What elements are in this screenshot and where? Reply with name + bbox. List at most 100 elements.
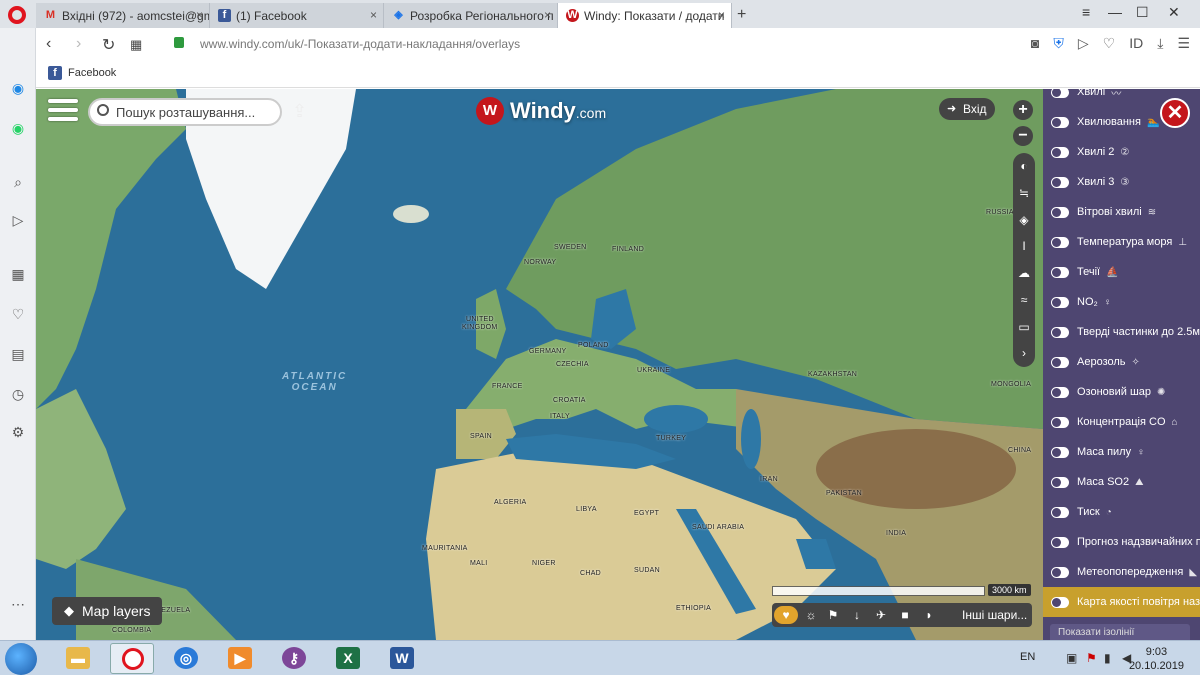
wind-icon[interactable]: ≒ (1013, 180, 1035, 207)
tab-windy[interactable]: W Windy: Показати / додати × (558, 3, 732, 28)
network-icon[interactable]: ▣ (1066, 651, 1077, 665)
close-icon[interactable]: × (196, 8, 203, 22)
radar-icon[interactable]: ◗ (920, 606, 938, 624)
overlay-item[interactable]: Прогноз надзвичайних п (1043, 527, 1200, 557)
taskbar-explorer[interactable]: ▬ (56, 643, 100, 674)
settings-icon[interactable]: ⚙ (8, 422, 28, 442)
reload-icon[interactable]: ↻ (102, 35, 115, 55)
more-icon[interactable]: ⋯ (8, 594, 28, 614)
flag-icon[interactable]: ⚑ (1086, 651, 1097, 665)
id-icon[interactable]: ID (1129, 35, 1143, 52)
back-icon[interactable]: ‹ (46, 35, 51, 53)
chevron-right-icon[interactable]: › (1013, 340, 1035, 367)
taskbar-word[interactable]: W (380, 643, 424, 674)
flag-icon[interactable]: ⚑ (824, 606, 842, 624)
toggle-switch[interactable] (1051, 386, 1069, 398)
camera-icon[interactable]: ◙ (1031, 35, 1039, 52)
language-indicator[interactable]: EN (1020, 651, 1035, 663)
video-camera-icon[interactable]: ■ (896, 606, 914, 624)
overlay-item[interactable]: Температура моря ⊥ (1043, 227, 1200, 257)
clock[interactable]: 9:03 20.10.2019 (1129, 645, 1184, 673)
windy-logo[interactable]: W Windy.com (476, 97, 606, 125)
car-icon[interactable]: ▭ (1013, 314, 1035, 341)
taskbar-excel[interactable]: X (326, 643, 370, 674)
speed-dial-icon[interactable]: ▦ (8, 264, 28, 284)
arrow-down-icon[interactable]: ↓ (848, 606, 866, 624)
toggle-switch[interactable] (1051, 296, 1069, 308)
thermometer-icon[interactable]: Ι (1013, 233, 1035, 260)
toggle-switch[interactable] (1051, 89, 1069, 98)
toggle-switch[interactable] (1051, 476, 1069, 488)
favorite-heart-icon[interactable]: ♥ (774, 606, 798, 624)
cloud-icon[interactable]: ☁ (1013, 260, 1035, 287)
close-panel-icon[interactable]: ✕ (1160, 98, 1190, 128)
overlay-item[interactable]: Маса SO2 ⛰ (1043, 467, 1200, 497)
toggle-switch[interactable] (1051, 176, 1069, 188)
search-icon[interactable]: ⌕ (8, 172, 28, 192)
toggle-switch[interactable] (1051, 536, 1069, 548)
toggle-switch[interactable] (1051, 146, 1069, 158)
vpn-shield-icon[interactable]: ⛨ (1053, 35, 1064, 52)
toggle-switch[interactable] (1051, 596, 1069, 608)
toggle-switch[interactable] (1051, 326, 1069, 338)
toggle-switch[interactable] (1051, 506, 1069, 518)
tab-regional[interactable]: ◈ Розробка Регіонального п × (384, 3, 558, 28)
heart-icon[interactable]: ♡ (1103, 35, 1116, 52)
signal-icon[interactable]: ▮ (1104, 651, 1111, 665)
overlay-item[interactable]: Хвилі 3 ③ (1043, 167, 1200, 197)
overlay-item[interactable]: Метеопопередження ◣ (1043, 557, 1200, 587)
overlay-item[interactable]: Аерозоль ✧ (1043, 347, 1200, 377)
overlay-item[interactable]: Концентрація CO ⌂ (1043, 407, 1200, 437)
forward-icon[interactable]: › (76, 35, 81, 53)
globe-icon[interactable]: ◐ (1013, 153, 1035, 180)
taskbar-media[interactable]: ▶ (218, 643, 262, 674)
toggle-switch[interactable] (1051, 206, 1069, 218)
download-icon[interactable]: ⤓ (1157, 35, 1163, 52)
overlay-item[interactable]: Карта якості повітря назо (1043, 587, 1200, 617)
taskbar-chrome[interactable]: ◎ (164, 643, 208, 674)
close-icon[interactable]: × (370, 8, 377, 22)
messenger-icon[interactable]: ◉ (8, 78, 28, 98)
opera-logo-icon[interactable] (8, 6, 26, 24)
zoom-in-icon[interactable]: + (1013, 100, 1033, 120)
close-icon[interactable]: × (544, 8, 551, 22)
share-icon[interactable]: ⇪ (292, 101, 307, 122)
webcam-icon[interactable]: ☼ (802, 606, 820, 624)
show-isolines-button[interactable]: Показати ізолінії (1050, 624, 1190, 640)
login-button[interactable]: Вхід (939, 98, 995, 120)
zoom-out-icon[interactable]: − (1013, 126, 1033, 146)
menu-icon[interactable]: ≡ (1082, 4, 1090, 20)
send-icon[interactable]: ▷ (8, 210, 28, 230)
overlay-item[interactable]: NO₂ ♀ (1043, 287, 1200, 317)
overlay-item[interactable]: Течії ⛵ (1043, 257, 1200, 287)
tab-facebook[interactable]: f (1) Facebook × (210, 3, 384, 28)
more-layers-button[interactable]: Інші шари... (962, 608, 1027, 622)
rain-drop-icon[interactable]: ◈ (1013, 207, 1035, 234)
menu-hamburger-icon[interactable] (48, 99, 78, 125)
close-icon[interactable]: × (718, 8, 725, 22)
toggle-switch[interactable] (1051, 566, 1069, 578)
tab-gmail[interactable]: M Вхідні (972) - aomcstei@gm × (36, 3, 210, 28)
minimize-icon[interactable]: — (1108, 4, 1122, 20)
taskbar-opera[interactable] (110, 643, 154, 674)
bookmark-facebook[interactable]: f Facebook (48, 66, 116, 80)
history-icon[interactable]: ◷ (8, 384, 28, 404)
overlay-item[interactable]: Маса пилу ♀ (1043, 437, 1200, 467)
news-icon[interactable]: ▤ (8, 344, 28, 364)
waves-icon[interactable]: ≈ (1013, 287, 1035, 314)
map-layers-button[interactable]: ◆ Map layers (52, 597, 162, 625)
speed-dial-icon[interactable]: ▦ (130, 37, 142, 53)
whatsapp-icon[interactable]: ◉ (8, 118, 28, 138)
toggle-switch[interactable] (1051, 356, 1069, 368)
overlay-item[interactable]: Хвилі 2 ② (1043, 137, 1200, 167)
airplane-icon[interactable]: ✈ (872, 606, 890, 624)
maximize-icon[interactable]: ☐ (1136, 4, 1149, 21)
search-input[interactable]: Пошук розташування... (88, 98, 282, 126)
toggle-switch[interactable] (1051, 236, 1069, 248)
toggle-switch[interactable] (1051, 116, 1069, 128)
settings-sliders-icon[interactable]: ☰ (1177, 35, 1190, 52)
overlay-item[interactable]: Озоновий шар ✺ (1043, 377, 1200, 407)
overlay-item[interactable]: Тверді частинки до 2.5мк (1043, 317, 1200, 347)
toggle-switch[interactable] (1051, 266, 1069, 278)
overlay-item[interactable]: Вітрові хвилі ≋ (1043, 197, 1200, 227)
